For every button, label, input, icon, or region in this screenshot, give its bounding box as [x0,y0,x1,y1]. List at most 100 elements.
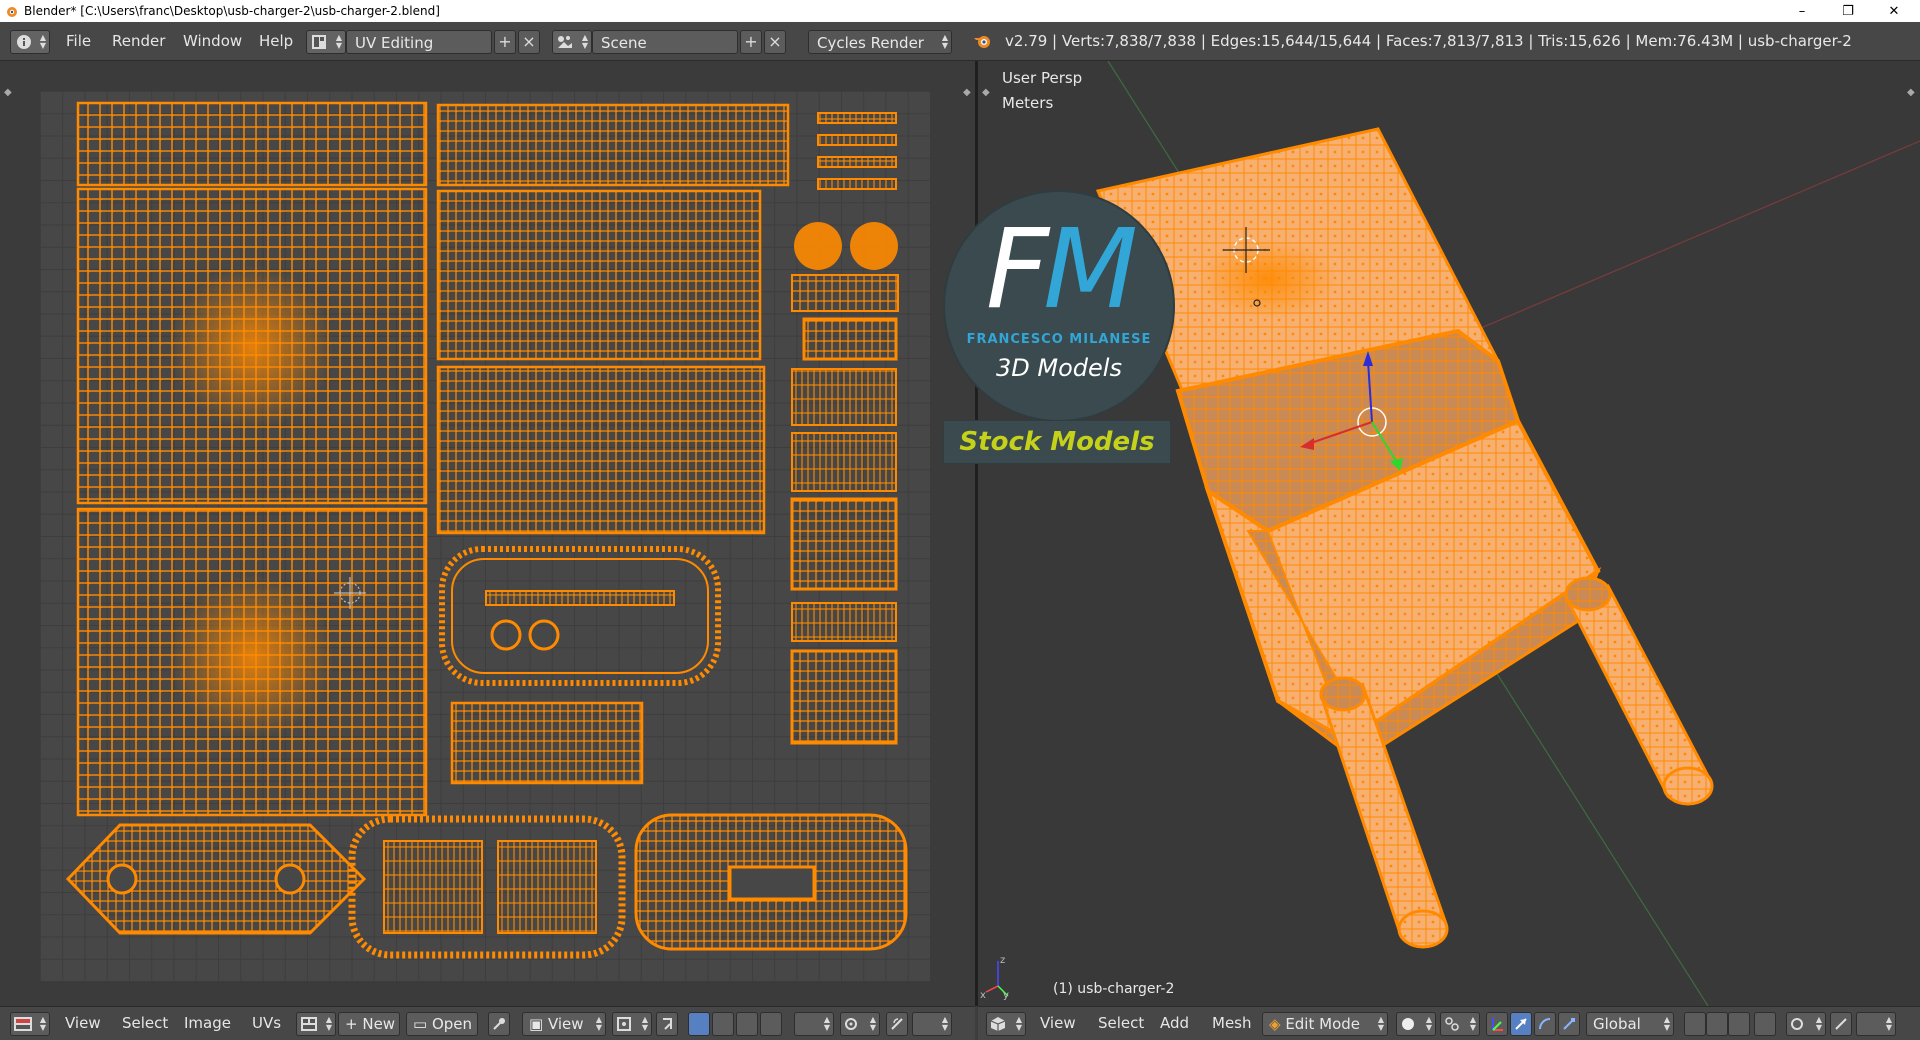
viewport-menu-add[interactable]: Add [1160,1007,1189,1040]
sync-selection-button[interactable] [656,1012,678,1036]
snap-element-select[interactable]: ▲ ▼ [912,1012,952,1036]
uv-island [791,602,897,642]
menu-render[interactable]: Render [112,22,165,60]
rotate-icon [1539,1018,1551,1030]
edit-mode-icon: ◈ [1269,1015,1286,1033]
dropdown-arrows-icon: ▲ ▼ [1377,1015,1384,1032]
region-toggle-icon[interactable]: ◆ [963,88,971,98]
uv-canvas[interactable] [40,91,930,981]
sticky-select-mode[interactable]: ▲ ▼ [794,1012,834,1036]
snap-target-select[interactable]: ▲ ▼ [1856,1012,1896,1036]
uv-island [497,840,597,934]
blender-app-icon [7,7,17,17]
face-select-mode-button[interactable] [1728,1012,1750,1036]
uv-island [450,701,644,785]
pivot-point-select[interactable]: ▲ ▼ [1440,1012,1480,1036]
proportional-edit-button[interactable]: ▲ ▼ [840,1012,880,1036]
screen-layout-name-field[interactable]: UV Editing [346,30,492,54]
uv-menu-view[interactable]: View [65,1007,101,1040]
manipulator-toggle[interactable] [1486,1012,1508,1036]
uv-menu-image[interactable]: Image [184,1007,231,1040]
uv-island-hole [274,863,306,895]
edge-select-mode-button[interactable] [1706,1012,1728,1036]
island-select-button[interactable] [760,1012,782,1036]
mesh-pole [1198,239,1338,319]
menu-file[interactable]: File [66,22,91,60]
dropdown-arrows-icon: ▲ ▼ [869,1015,876,1032]
uv-islands [65,101,908,959]
dropdown-arrows-icon: ▲ ▼ [1425,1015,1432,1032]
rotate-manipulator-button[interactable] [1534,1012,1556,1036]
svg-text:z: z [1000,955,1005,966]
render-engine-select[interactable]: Cycles Render ▲ ▼ [808,30,952,54]
snap-button[interactable] [886,1012,908,1036]
edge-select-button[interactable] [712,1012,734,1036]
transform-orientation-select[interactable]: Global ▲ ▼ [1586,1012,1674,1036]
info-editor-type-button[interactable]: ▲ ▼ [10,30,50,54]
uv-island [383,840,483,934]
pin-button[interactable] [488,1012,510,1036]
image-browse-button[interactable]: ▲ ▼ [296,1012,336,1036]
dropdown-arrows-icon: ▲ ▼ [39,33,46,50]
viewport-menu-select[interactable]: Select [1098,1007,1144,1040]
vertex-select-button[interactable] [688,1012,710,1036]
proportional-editing-button[interactable]: ▲ ▼ [1786,1012,1826,1036]
scale-manipulator-button[interactable] [1558,1012,1580,1036]
region-toggle-icon[interactable]: ◆ [4,88,12,98]
open-image-label: Open [431,1015,473,1033]
limit-selection-button[interactable] [1754,1012,1776,1036]
viewport-shading-select[interactable]: ▲ ▼ [1396,1012,1436,1036]
scene-name-field[interactable]: Scene [592,30,738,54]
viewport-editor-type-button[interactable]: ▲ ▼ [986,1012,1026,1036]
close-button[interactable]: ✕ [1872,0,1916,22]
sync-icon [663,1018,672,1030]
pin-icon [493,1018,505,1030]
uv-island-inner [728,865,816,901]
pivot-button[interactable]: ▲ ▼ [612,1012,652,1036]
viewport-menu-view[interactable]: View [1040,1007,1076,1040]
3d-viewport[interactable]: ◆ ◆ User Persp Meters z y x (1) usb-char… [978,61,1920,1006]
remove-scene-button[interactable]: × [764,30,786,54]
folder-icon: ▭ [413,1015,432,1033]
uv-editor-footer: ▲ ▼ View Select Image UVs ▲ ▼ + New ▭ Open… [0,1006,975,1040]
new-image-button[interactable]: + New [338,1012,400,1036]
maximize-button[interactable]: ❐ [1826,0,1870,22]
fm-watermark-logo: FM FRANCESCO MILANESE 3D Models [943,190,1175,422]
uv-island [817,112,897,124]
add-screen-button[interactable]: + [494,30,516,54]
menu-window[interactable]: Window [183,22,242,60]
scene-statistics: v2.79 | Verts:7,838/7,838 | Edges:15,644… [1005,32,1852,50]
editor-type-button[interactable]: ▲ ▼ [10,1012,50,1036]
uv-menu-uvs[interactable]: UVs [252,1007,281,1040]
mesh-pin-right-base [1564,576,1612,612]
dropdown-arrows-icon: ▲ ▼ [1015,1015,1022,1032]
vertex-select-mode-button[interactable] [1684,1012,1706,1036]
remove-screen-button[interactable]: × [518,30,540,54]
minimize-button[interactable]: – [1780,0,1824,22]
dropdown-arrows-icon: ▲ ▼ [1469,1015,1476,1032]
screen-layout-selector[interactable]: ▲ ▼ [306,30,346,54]
interaction-mode-label: Edit Mode [1285,1015,1360,1033]
uv-menu-select[interactable]: Select [122,1007,168,1040]
mesh-pin-left-tip [1397,909,1449,949]
proportional-edit-icon [1791,1018,1803,1030]
face-select-button[interactable] [736,1012,758,1036]
uv-island [791,432,897,492]
translate-manipulator-button[interactable] [1510,1012,1532,1036]
uv-island [817,156,897,168]
fm-name: FRANCESCO MILANESE [966,332,1152,347]
viewport-scene: z y x [980,61,1920,1006]
viewport-menu-mesh[interactable]: Mesh [1212,1007,1252,1040]
fm-subtitle: 3D Models [996,354,1122,382]
view-mode-select[interactable]: ▣ View ▲ ▼ [522,1012,606,1036]
dropdown-arrows-icon: ▲ ▼ [1885,1015,1892,1032]
scene-selector[interactable]: ▲ ▼ [552,30,592,54]
add-scene-button[interactable]: + [740,30,762,54]
open-image-button[interactable]: ▭ Open [406,1012,478,1036]
transform-orientation-label: Global [1593,1015,1641,1033]
snap-toggle-button[interactable] [1830,1012,1852,1036]
uv-image-editor[interactable]: ◆ ◆ [0,61,975,1006]
interaction-mode-select[interactable]: ◈ Edit Mode ▲ ▼ [1262,1012,1388,1036]
dropdown-arrows-icon: ▲ ▼ [941,1015,948,1032]
menu-help[interactable]: Help [259,22,293,60]
